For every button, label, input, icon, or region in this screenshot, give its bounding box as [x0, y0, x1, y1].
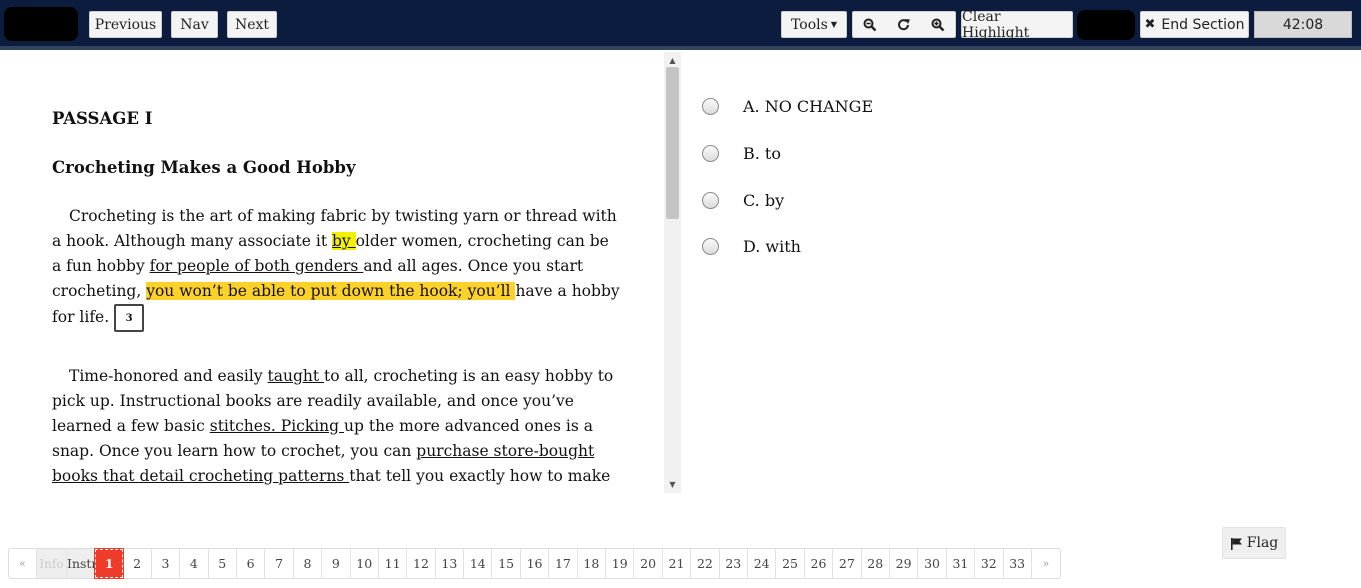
pager-page-7[interactable]: 7 — [265, 549, 294, 578]
answer-label: D. with — [743, 236, 801, 256]
pager-page-22[interactable]: 22 — [691, 549, 720, 578]
answer-option-c[interactable]: C. by — [702, 188, 784, 212]
next-button[interactable]: Next — [227, 11, 277, 38]
flag-button[interactable]: Flag — [1222, 527, 1286, 559]
zoom-controls — [852, 11, 956, 38]
pager-page-26[interactable]: 26 — [805, 549, 834, 578]
pager-page-14[interactable]: 14 — [464, 549, 493, 578]
passage-paragraph-2: Time-honored and easily taught to all, c… — [52, 364, 622, 489]
pager-instructions-tab[interactable]: Instr — [67, 549, 95, 578]
reset-zoom-icon[interactable] — [887, 11, 921, 38]
radio-button[interactable] — [702, 237, 719, 255]
toolbar-divider — [0, 46, 1361, 50]
pager-page-21[interactable]: 21 — [663, 549, 692, 578]
pager-page-1[interactable]: 1 — [93, 548, 125, 579]
pager-page-20[interactable]: 20 — [634, 549, 663, 578]
radio-button[interactable] — [702, 97, 719, 115]
nav-button[interactable]: Nav — [171, 11, 218, 38]
pager-page-28[interactable]: 28 — [862, 549, 890, 578]
passage-panel: PASSAGE I Crocheting Makes a Good Hobby … — [52, 52, 622, 489]
question-number-box[interactable]: 3 — [114, 304, 145, 332]
flag-icon — [1230, 537, 1242, 550]
pager-page-19[interactable]: 19 — [606, 549, 635, 578]
pager-info-tab[interactable]: Info — [37, 549, 67, 578]
pager-page-5[interactable]: 5 — [209, 549, 237, 578]
passage-label: PASSAGE I — [52, 109, 153, 128]
highlighted-text[interactable]: you won’t be able to put down the hook; … — [146, 282, 516, 300]
pager-page-10[interactable]: 10 — [351, 549, 379, 578]
caret-down-icon: ▼ — [830, 20, 837, 29]
pager-page-15[interactable]: 15 — [492, 549, 521, 578]
underlined-portion[interactable]: stitches. Picking — [210, 417, 344, 435]
pager-page-23[interactable]: 23 — [720, 549, 748, 578]
timer-display: 42:08 — [1254, 11, 1352, 38]
flag-label: Flag — [1246, 535, 1279, 551]
answer-label: C. by — [743, 190, 785, 210]
pager-page-18[interactable]: 18 — [578, 549, 607, 578]
pager-page-31[interactable]: 31 — [947, 549, 976, 578]
tools-dropdown[interactable]: Tools ▼ — [781, 11, 847, 38]
answer-option-b[interactable]: B. to — [702, 141, 781, 165]
pager-page-4[interactable]: 4 — [180, 549, 209, 578]
pager-page-3[interactable]: 3 — [152, 549, 181, 578]
pager-prev-button[interactable]: « — [9, 549, 37, 578]
radio-button[interactable] — [702, 144, 719, 162]
zoom-in-icon[interactable] — [921, 11, 955, 38]
pager-page-12[interactable]: 12 — [407, 549, 436, 578]
pager-page-17[interactable]: 17 — [549, 549, 578, 578]
pager-page-33[interactable]: 33 — [1004, 549, 1032, 578]
text-run: that tell you exactly how to make — [349, 467, 611, 485]
underlined-portion[interactable]: taught — [268, 367, 325, 385]
clear-highlight-button[interactable]: Clear Highlight — [961, 9, 1073, 41]
end-section-label: End Section — [1161, 16, 1245, 33]
previous-button[interactable]: Previous — [89, 11, 162, 38]
zoom-out-icon[interactable] — [853, 11, 887, 38]
pager-page-13[interactable]: 13 — [436, 549, 465, 578]
pager-page-16[interactable]: 16 — [521, 549, 550, 578]
answer-option-a[interactable]: A. NO CHANGE — [702, 94, 873, 118]
pager-next-button[interactable]: » — [1032, 549, 1060, 578]
pager-page-32[interactable]: 32 — [975, 549, 1004, 578]
underlined-portion[interactable]: for people of both genders — [150, 257, 364, 275]
pager-page-25[interactable]: 25 — [776, 549, 805, 578]
pager-page-27[interactable]: 27 — [833, 549, 862, 578]
close-icon: ✖ — [1144, 17, 1156, 32]
pager-page-24[interactable]: 24 — [748, 549, 777, 578]
underlined-portion-current[interactable]: by — [331, 232, 356, 250]
scroll-up-icon[interactable]: ▲ — [664, 53, 681, 67]
tools-label: Tools — [791, 16, 828, 33]
pager-page-6[interactable]: 6 — [237, 549, 266, 578]
scroll-down-icon[interactable]: ▼ — [664, 477, 681, 491]
pager-page-29[interactable]: 29 — [890, 549, 919, 578]
pager-page-2[interactable]: 2 — [123, 549, 152, 578]
answer-label: B. to — [743, 143, 781, 163]
pager-page-9[interactable]: 9 — [322, 549, 351, 578]
pager-page-8[interactable]: 8 — [294, 549, 323, 578]
passage-paragraph-1: Crocheting is the art of making fabric b… — [52, 204, 622, 332]
answer-option-d[interactable]: D. with — [702, 234, 801, 258]
redacted-logo — [4, 7, 78, 41]
question-pager: « Info Instr 1 2 3 4 5 6 7 8 9 10 11 12 13 14 15 16 17 18… — [8, 548, 1061, 579]
pager-page-30[interactable]: 30 — [918, 549, 947, 578]
scrollbar-thumb[interactable] — [666, 67, 679, 219]
radio-button[interactable] — [702, 191, 719, 209]
answer-label: A. NO CHANGE — [743, 96, 874, 116]
passage-title: Crocheting Makes a Good Hobby — [52, 158, 356, 177]
redacted-control — [1077, 10, 1135, 40]
end-section-button[interactable]: ✖ End Section — [1140, 11, 1249, 38]
pager-page-11[interactable]: 11 — [379, 549, 408, 578]
text-run: Time-honored and easily — [69, 367, 268, 385]
